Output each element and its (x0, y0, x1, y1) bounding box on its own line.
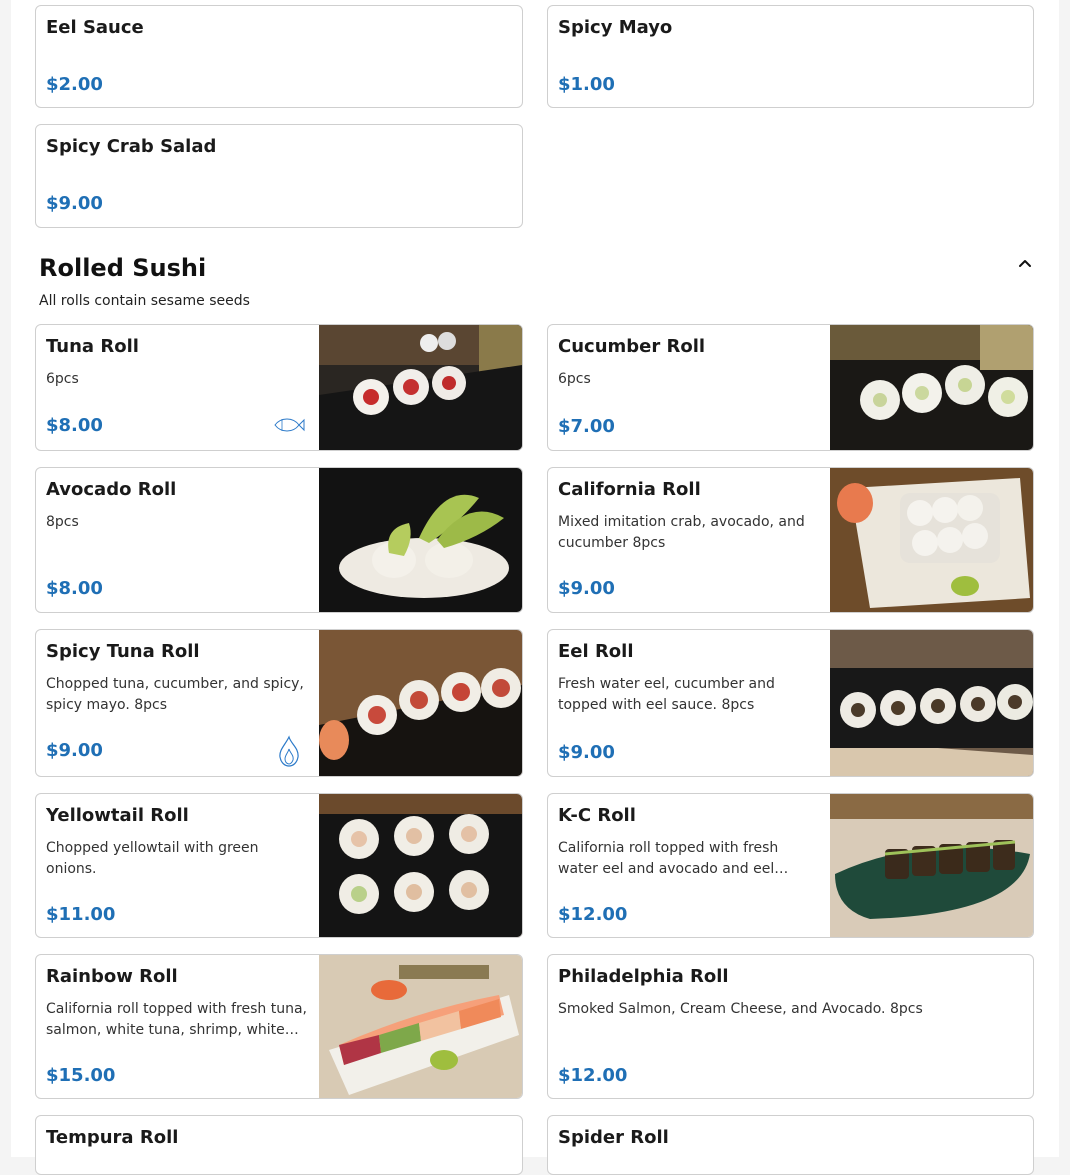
menu-item-card[interactable]: K-C Roll California roll topped with fre… (547, 793, 1034, 938)
item-price: $7.00 (558, 416, 615, 437)
menu-item-card[interactable]: Tempura Roll (35, 1115, 523, 1175)
item-description: Chopped tuna, cucumber, and spicy, spicy… (46, 676, 304, 713)
item-name: Tuna Roll (46, 336, 139, 357)
menu-item-card[interactable]: Cucumber Roll 6pcs $7.00 (547, 324, 1034, 451)
item-name: Philadelphia Roll (558, 966, 729, 987)
collapse-section-button[interactable] (1013, 251, 1037, 275)
item-price: $12.00 (558, 1065, 628, 1086)
flame-icon (279, 735, 299, 767)
item-description: California roll topped with fresh water … (558, 840, 789, 877)
item-photo (319, 955, 522, 1098)
item-price: $11.00 (46, 904, 116, 925)
menu-item-card[interactable]: Rainbow Roll California roll topped with… (35, 954, 523, 1099)
item-description: 6pcs (558, 371, 591, 387)
menu-page: Eel Sauce $2.00 Spicy Mayo $1.00 Spicy C… (11, 0, 1059, 1175)
item-price: $9.00 (558, 578, 615, 599)
item-name: California Roll (558, 479, 701, 500)
item-price: $9.00 (558, 742, 615, 763)
item-photo (319, 794, 522, 937)
item-name: Avocado Roll (46, 479, 177, 500)
item-price: $2.00 (46, 74, 103, 95)
item-description: Mixed imitation crab, avocado, and cucum… (558, 514, 805, 551)
item-description: Smoked Salmon, Cream Cheese, and Avocado… (558, 1001, 923, 1017)
section-note: All rolls contain sesame seeds (39, 293, 250, 309)
item-price: $1.00 (558, 74, 615, 95)
item-description: Fresh water eel, cucumber and topped wit… (558, 676, 775, 713)
item-description: 8pcs (46, 514, 79, 530)
menu-item-card[interactable]: Eel Roll Fresh water eel, cucumber and t… (547, 629, 1034, 777)
menu-item-card[interactable]: California Roll Mixed imitation crab, av… (547, 467, 1034, 613)
fish-icon (274, 418, 305, 432)
item-name: Spicy Crab Salad (46, 136, 217, 157)
item-photo (319, 325, 522, 450)
menu-item-card[interactable]: Eel Sauce $2.00 (35, 5, 523, 108)
item-name: Spicy Tuna Roll (46, 641, 200, 662)
item-price: $12.00 (558, 904, 628, 925)
item-photo (830, 468, 1033, 612)
item-photo (319, 630, 522, 776)
item-photo (830, 794, 1033, 937)
item-name: Spider Roll (558, 1127, 669, 1148)
item-name: Eel Sauce (46, 17, 144, 38)
menu-item-card[interactable]: Spicy Mayo $1.00 (547, 5, 1034, 108)
item-name: K-C Roll (558, 805, 636, 826)
menu-item-card[interactable]: Avocado Roll 8pcs $8.00 (35, 467, 523, 613)
item-price: $15.00 (46, 1065, 116, 1086)
item-price: $8.00 (46, 415, 103, 436)
item-name: Yellowtail Roll (46, 805, 189, 826)
item-price: $9.00 (46, 193, 103, 214)
item-price: $8.00 (46, 578, 103, 599)
item-price: $9.00 (46, 740, 103, 761)
item-name: Rainbow Roll (46, 966, 178, 987)
menu-item-card[interactable]: Philadelphia Roll Smoked Salmon, Cream C… (547, 954, 1034, 1099)
item-photo (830, 630, 1033, 776)
menu-item-card[interactable]: Spider Roll (547, 1115, 1034, 1175)
item-photo (830, 325, 1033, 450)
menu-item-card[interactable]: Yellowtail Roll Chopped yellowtail with … (35, 793, 523, 938)
item-name: Tempura Roll (46, 1127, 179, 1148)
section-title: Rolled Sushi (39, 254, 207, 282)
menu-item-card[interactable]: Tuna Roll 6pcs $8.00 (35, 324, 523, 451)
item-name: Cucumber Roll (558, 336, 706, 357)
menu-item-card[interactable]: Spicy Crab Salad $9.00 (35, 124, 523, 228)
item-photo (319, 468, 522, 612)
menu-item-card[interactable]: Spicy Tuna Roll Chopped tuna, cucumber, … (35, 629, 523, 777)
item-name: Spicy Mayo (558, 17, 673, 38)
item-description: Chopped yellowtail with green onions. (46, 840, 259, 877)
item-name: Eel Roll (558, 641, 634, 662)
chevron-up-icon (1019, 260, 1031, 267)
item-description: 6pcs (46, 371, 79, 387)
item-description: California roll topped with fresh tuna, … (46, 1001, 307, 1038)
